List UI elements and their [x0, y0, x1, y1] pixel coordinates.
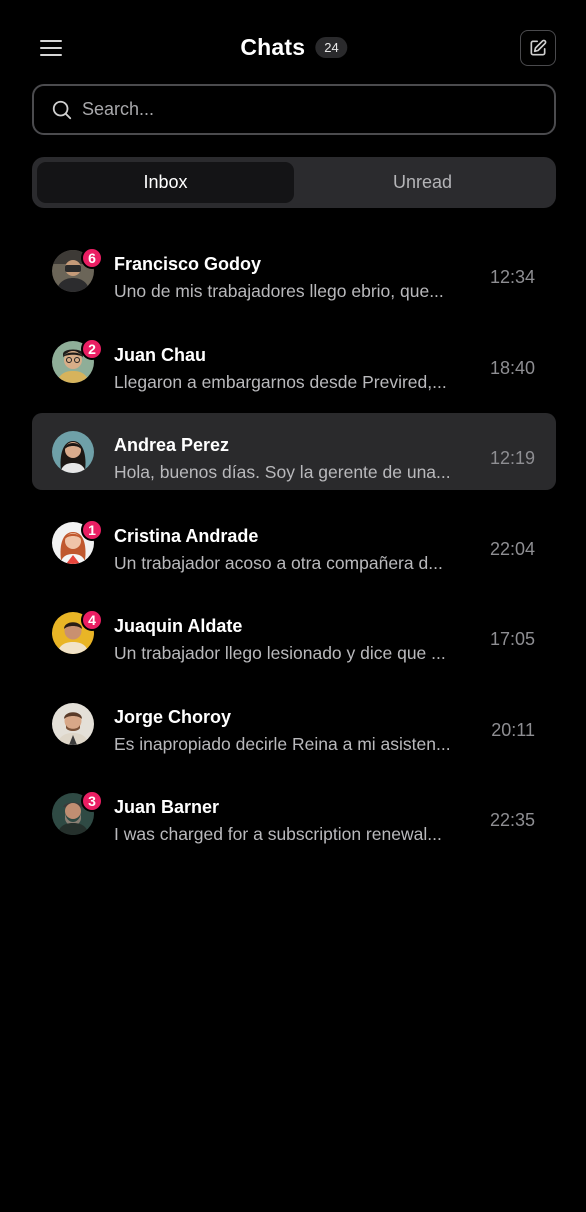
hamburger-menu-icon[interactable]	[38, 38, 64, 58]
message-preview: Llegaron a embargarnos desde Previred,..…	[114, 371, 447, 392]
page-title: Chats	[240, 34, 306, 60]
message-time: 20:11	[491, 719, 535, 740]
chats-screen: Chats 24 Inbox Unread	[0, 0, 586, 1212]
chat-count-badge: 24	[315, 37, 348, 58]
message-time: 18:40	[489, 357, 535, 378]
message-time: 12:19	[489, 448, 535, 468]
unread-badge: 3	[81, 790, 103, 812]
avatar	[52, 702, 94, 745]
contact-name: Juan Barner	[114, 797, 220, 817]
unread-badge: 2	[81, 337, 103, 360]
chat-row[interactable]: 1 Cristina Andrade Un trabajador acoso a…	[32, 504, 556, 581]
chat-row[interactable]: 6 Francisco Godoy Uno de mis trabajadore…	[32, 232, 556, 309]
tab-unread[interactable]: Unread	[294, 162, 551, 203]
chat-row[interactable]: Jorge Choroy Es inapropiado decirle Rein…	[32, 685, 556, 762]
tab-bar: Inbox Unread	[32, 157, 556, 208]
header: Chats 24	[32, 28, 556, 68]
chat-row[interactable]: 4 Juaquin Aldate Un trabajador llego les…	[32, 594, 556, 671]
message-preview: Un trabajador acoso a otra compañera d..…	[114, 552, 443, 573]
message-preview: Es inapropiado decirle Reina a mi asiste…	[114, 733, 451, 754]
contact-name: Jorge Choroy	[114, 706, 232, 727]
search-icon	[50, 98, 74, 122]
contact-name: Juaquin Aldate	[114, 616, 243, 636]
message-time: 22:04	[489, 538, 535, 559]
message-preview: I was charged for a subscription renewal…	[114, 824, 442, 844]
message-time: 17:05	[489, 629, 535, 649]
avatar	[52, 431, 94, 473]
chat-list: 6 Francisco Godoy Uno de mis trabajadore…	[32, 232, 556, 866]
unread-badge: 6	[81, 247, 103, 269]
chat-row[interactable]: 3 Juan Barner I was charged for a subscr…	[32, 775, 556, 852]
unread-badge: 4	[81, 609, 103, 631]
chat-row[interactable]: 2 Juan Chau Llegaron a embargarnos desde…	[32, 323, 556, 400]
message-time: 22:35	[489, 810, 535, 830]
search-bar[interactable]	[32, 84, 556, 135]
contact-name: Cristina Andrade	[114, 525, 259, 546]
contact-name: Andrea Perez	[114, 435, 230, 455]
message-preview: Un trabajador llego lesionado y dice que…	[114, 643, 446, 663]
contact-name: Francisco Godoy	[114, 254, 262, 274]
unread-badge: 1	[81, 518, 103, 541]
title-group: Chats 24	[240, 34, 348, 61]
compose-icon	[530, 39, 547, 56]
message-preview: Hola, buenos días. Soy la gerente de una…	[114, 462, 451, 482]
message-time: 12:34	[489, 267, 535, 287]
contact-name: Juan Chau	[114, 344, 207, 365]
chat-row-selected[interactable]: Andrea Perez Hola, buenos días. Soy la g…	[32, 413, 556, 490]
tab-inbox[interactable]: Inbox	[37, 162, 294, 203]
search-input[interactable]	[82, 99, 522, 120]
compose-button[interactable]	[520, 30, 556, 66]
message-preview: Uno de mis trabajadores llego ebrio, que…	[114, 281, 444, 301]
